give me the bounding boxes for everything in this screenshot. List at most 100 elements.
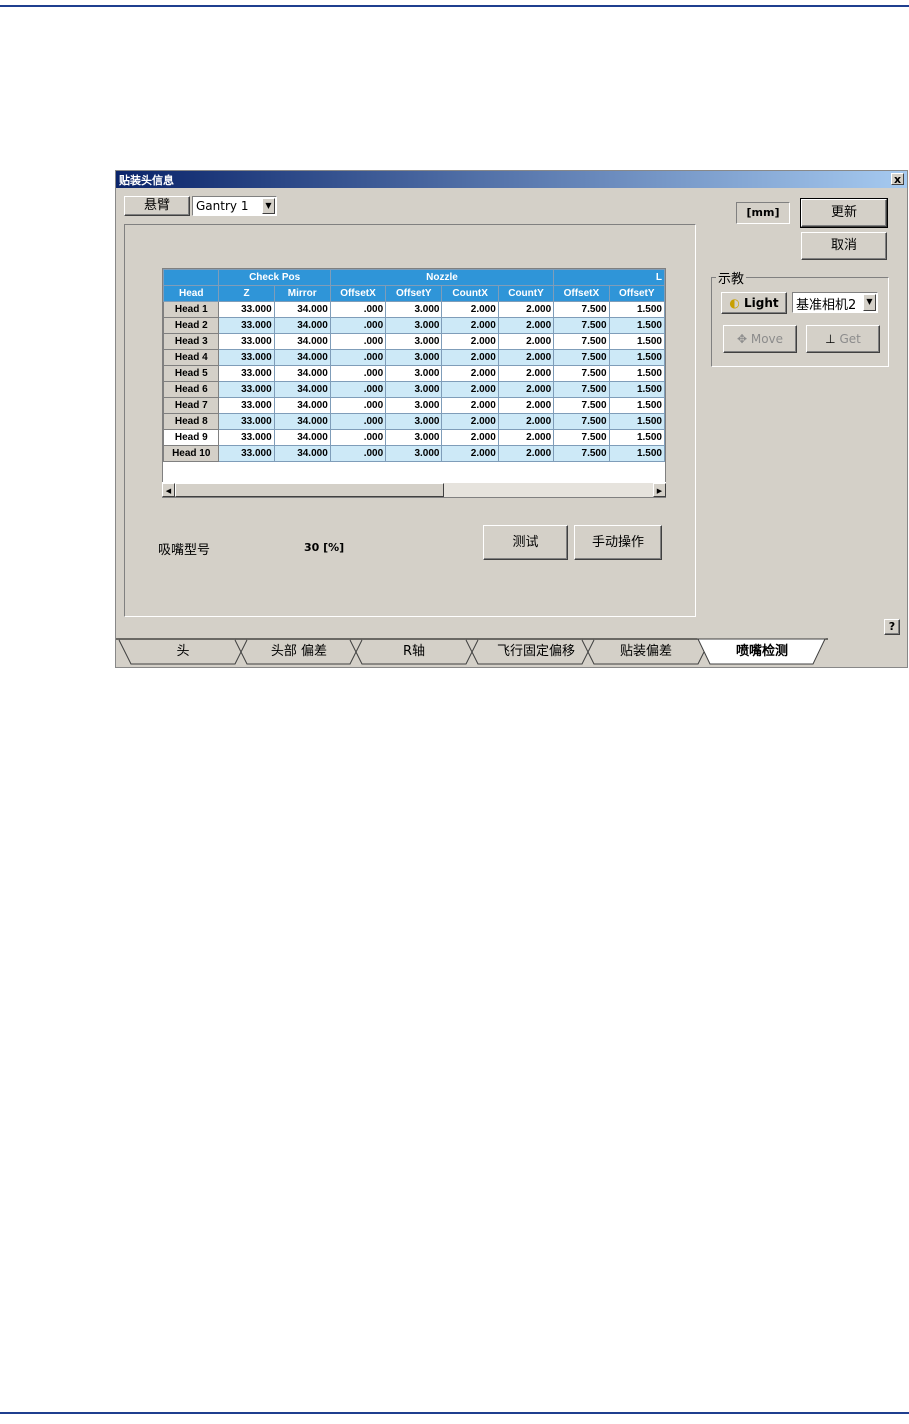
table-cell[interactable]: 34.000 <box>273 333 331 350</box>
table-cell[interactable]: 34.000 <box>273 445 331 462</box>
scroll-thumb[interactable] <box>175 483 444 497</box>
table-cell[interactable]: 34.000 <box>273 317 331 334</box>
table-cell[interactable]: 3.000 <box>385 445 443 462</box>
table-cell[interactable]: 7.500 <box>553 381 610 398</box>
table-cell[interactable]: 1.500 <box>608 317 665 334</box>
table-cell[interactable]: 33.000 <box>218 413 275 430</box>
table-cell[interactable]: 3.000 <box>385 381 443 398</box>
scroll-right-icon[interactable]: ▶ <box>653 483 666 497</box>
table-cell[interactable]: 1.500 <box>608 381 665 398</box>
tab-nozzle-check[interactable]: 喷嘴检测 <box>710 640 814 664</box>
table-cell[interactable]: 2.000 <box>441 445 499 462</box>
table-cell[interactable]: 1.500 <box>608 301 665 318</box>
table-cell[interactable]: 1.500 <box>608 413 665 430</box>
table-cell[interactable]: 33.000 <box>218 365 275 382</box>
row-header-cell[interactable]: Head 1 <box>163 301 220 318</box>
table-cell[interactable]: 2.000 <box>497 333 555 350</box>
table-cell[interactable]: .000 <box>329 445 387 462</box>
table-cell[interactable]: 3.000 <box>385 413 443 430</box>
table-cell[interactable]: 3.000 <box>385 333 443 350</box>
table-cell[interactable]: 3.000 <box>385 317 443 334</box>
table-cell[interactable]: .000 <box>329 349 387 366</box>
table-cell[interactable]: 7.500 <box>553 429 610 446</box>
row-header-cell[interactable]: Head 6 <box>163 381 220 398</box>
table-cell[interactable]: 1.500 <box>608 445 665 462</box>
table-cell[interactable]: 2.000 <box>441 381 499 398</box>
table-cell[interactable]: 3.000 <box>385 301 443 318</box>
table-cell[interactable]: 7.500 <box>553 333 610 350</box>
table-row[interactable]: Head 9 33.000 34.000.000 3.000 2.000 2.000 7.5… <box>163 429 665 446</box>
table-cell[interactable]: 7.500 <box>553 317 610 334</box>
table-cell[interactable]: .000 <box>329 365 387 382</box>
row-header-cell[interactable]: Head 3 <box>163 333 220 350</box>
table-cell[interactable]: 7.500 <box>553 365 610 382</box>
table-cell[interactable]: 7.500 <box>553 397 610 414</box>
table-cell[interactable]: 1.500 <box>608 397 665 414</box>
table-cell[interactable]: 34.000 <box>273 381 331 398</box>
table-cell[interactable]: 3.000 <box>385 349 443 366</box>
table-cell[interactable]: 34.000 <box>273 301 331 318</box>
tab-r-axis[interactable]: R轴 <box>362 640 466 664</box>
table-row[interactable]: Head 7 33.000 34.000.000 3.000 2.000 2.000 7.5… <box>163 397 665 414</box>
light-button[interactable]: ◐ Light <box>721 292 787 314</box>
table-cell[interactable]: 33.000 <box>218 349 275 366</box>
table-cell[interactable]: 2.000 <box>497 429 555 446</box>
table-cell[interactable]: 2.000 <box>441 397 499 414</box>
chevron-down-icon[interactable]: ▼ <box>262 198 275 214</box>
table-cell[interactable]: 33.000 <box>218 429 275 446</box>
table-cell[interactable]: 2.000 <box>441 301 499 318</box>
table-cell[interactable]: 3.000 <box>385 365 443 382</box>
table-cell[interactable]: 33.000 <box>218 333 275 350</box>
table-cell[interactable]: 1.500 <box>608 429 665 446</box>
table-row[interactable]: Head 5 33.000 34.000.000 3.000 2.000 2.000 7.5… <box>163 365 665 382</box>
manual-operation-button[interactable]: 手动操作 <box>574 525 662 560</box>
table-cell[interactable]: .000 <box>329 381 387 398</box>
table-cell[interactable]: 33.000 <box>218 301 275 318</box>
table-cell[interactable]: .000 <box>329 301 387 318</box>
table-cell[interactable]: .000 <box>329 333 387 350</box>
grid-horizontal-scrollbar[interactable]: ◀ ▶ <box>162 482 666 497</box>
table-cell[interactable]: .000 <box>329 397 387 414</box>
table-cell[interactable]: 2.000 <box>441 333 499 350</box>
cancel-button[interactable]: 取消 <box>801 232 887 260</box>
table-cell[interactable]: 2.000 <box>441 365 499 382</box>
tab-placement-offset[interactable]: 贴装偏差 <box>594 640 698 664</box>
row-header-cell[interactable]: Head 2 <box>163 317 220 334</box>
head-grid[interactable]: Check Pos Nozzle L Head Z Mirror OffsetX… <box>162 268 666 498</box>
table-cell[interactable]: 1.500 <box>608 349 665 366</box>
table-cell[interactable]: 2.000 <box>497 381 555 398</box>
table-cell[interactable]: 34.000 <box>273 413 331 430</box>
table-cell[interactable]: 2.000 <box>497 413 555 430</box>
table-cell[interactable]: 2.000 <box>497 397 555 414</box>
table-row[interactable]: Head 6 33.000 34.000.000 3.000 2.000 2.000 7.5… <box>163 381 665 398</box>
row-header-cell[interactable]: Head 5 <box>163 365 220 382</box>
close-button[interactable]: x <box>891 173 904 185</box>
move-button[interactable]: ✥ Move <box>723 325 797 353</box>
table-cell[interactable]: 33.000 <box>218 445 275 462</box>
table-cell[interactable]: 2.000 <box>441 317 499 334</box>
table-cell[interactable]: 2.000 <box>497 445 555 462</box>
table-row[interactable]: Head 2 33.000 34.000.000 3.000 2.000 2.000 7.5… <box>163 317 665 334</box>
table-cell[interactable]: 1.500 <box>608 365 665 382</box>
tab-flying-offset[interactable]: 飞行固定偏移 <box>478 640 594 664</box>
row-header-cell[interactable]: Head 8 <box>163 413 220 430</box>
row-header-cell[interactable]: Head 7 <box>163 397 220 414</box>
table-cell[interactable]: 1.500 <box>608 333 665 350</box>
table-cell[interactable]: 7.500 <box>553 301 610 318</box>
test-button[interactable]: 测试 <box>483 525 568 560</box>
update-button[interactable]: 更新 <box>800 198 888 228</box>
table-cell[interactable]: 3.000 <box>385 397 443 414</box>
table-cell[interactable]: 2.000 <box>497 301 555 318</box>
table-row[interactable]: Head 4 33.000 34.000.000 3.000 2.000 2.000 7.5… <box>163 349 665 366</box>
table-cell[interactable]: 33.000 <box>218 317 275 334</box>
table-cell[interactable]: 2.000 <box>441 349 499 366</box>
table-cell[interactable]: 2.000 <box>441 413 499 430</box>
table-row[interactable]: Head 1 33.000 34.000.000 3.000 2.000 2.000 7.5… <box>163 301 665 318</box>
help-button[interactable]: ? <box>884 619 900 635</box>
table-row[interactable]: Head 10 33.000 34.000.000 3.000 2.000 2.000 7.… <box>163 445 665 462</box>
chevron-down-icon[interactable]: ▼ <box>863 294 876 311</box>
table-cell[interactable]: 34.000 <box>273 365 331 382</box>
tab-head[interactable]: 头 <box>131 640 235 664</box>
table-row[interactable]: Head 8 33.000 34.000.000 3.000 2.000 2.000 7.5… <box>163 413 665 430</box>
table-cell[interactable]: 2.000 <box>497 317 555 334</box>
